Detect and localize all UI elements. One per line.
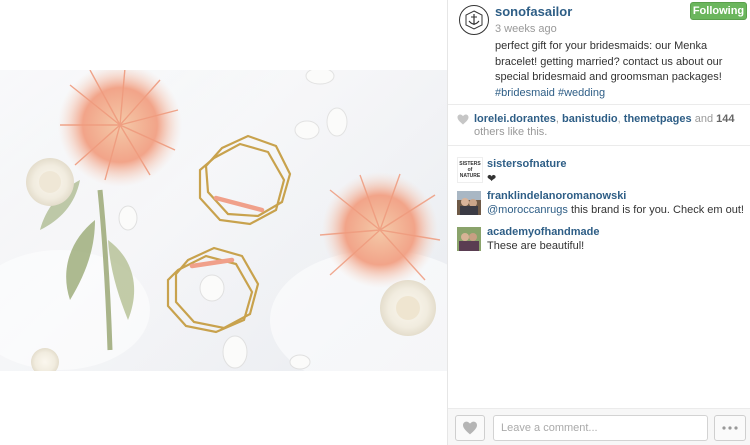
likes-summary: lorelei.dorantes, banistudio, themetpage… <box>448 105 750 145</box>
likes-text: lorelei.dorantes, banistudio, themetpage… <box>474 113 735 138</box>
comment-text: @moroccanrugs this brand is for you. Che… <box>487 204 744 216</box>
commenter-avatar[interactable] <box>457 191 481 215</box>
anchor-logo-icon <box>465 10 483 30</box>
hashtag-wedding[interactable]: #wedding <box>558 87 605 99</box>
comment-username[interactable]: franklindelanoromanowski <box>487 190 626 202</box>
commenter-avatar[interactable] <box>457 227 481 251</box>
comment-username[interactable]: academyofhandmade <box>487 226 599 238</box>
comment-username[interactable]: sistersofnature <box>487 158 566 170</box>
user-photo-icon <box>457 227 481 251</box>
liker-username[interactable]: themetpages <box>624 113 692 125</box>
likes-suffix: others like this. <box>474 126 548 138</box>
liker-username[interactable]: lorelei.dorantes <box>474 113 556 125</box>
heart-icon <box>457 114 469 125</box>
avatar-logo-text: SISTERS of NATURE <box>459 161 481 179</box>
divider <box>448 145 750 146</box>
likes-and: and <box>694 113 714 125</box>
photo-pane <box>0 0 447 445</box>
comment-item: franklindelanoromanowski @moroccanrugs t… <box>448 190 750 224</box>
author-username[interactable]: sonofasailor <box>495 4 572 19</box>
like-button[interactable] <box>455 415 485 441</box>
post-timestamp: 3 weeks ago <box>495 23 557 35</box>
comment-mention[interactable]: @moroccanrugs <box>487 204 568 216</box>
following-button[interactable]: Following <box>690 2 747 20</box>
post-header: sonofasailor 3 weeks ago Following perfe… <box>448 0 750 104</box>
caption-text: perfect gift for your bridesmaids: our M… <box>495 40 723 83</box>
comment-item: SISTERS of NATURE sistersofnature ❤ <box>448 154 750 188</box>
comment-input[interactable] <box>493 415 708 441</box>
heart-icon <box>463 421 477 435</box>
likes-count[interactable]: 144 <box>716 113 734 125</box>
commenter-avatar[interactable]: SISTERS of NATURE <box>457 157 483 183</box>
post-photo[interactable] <box>0 70 447 371</box>
comment-body: this brand is for you. Check em out! <box>570 204 744 216</box>
hashtag-bridesmaid[interactable]: #bridesmaid <box>495 87 555 99</box>
user-photo-icon <box>457 191 481 215</box>
comment-item: academyofhandmade These are beautiful! <box>448 226 750 260</box>
comment-footer <box>448 408 750 445</box>
post-sidebar: sonofasailor 3 weeks ago Following perfe… <box>447 0 750 445</box>
comment-text: ❤ <box>487 173 497 185</box>
photo-illustration <box>0 70 447 371</box>
author-avatar[interactable] <box>459 5 489 35</box>
ellipsis-icon <box>722 426 738 430</box>
more-options-button[interactable] <box>714 415 746 441</box>
comment-text: These are beautiful! <box>487 240 585 252</box>
post-caption: perfect gift for your bridesmaids: our M… <box>495 39 745 101</box>
liker-username[interactable]: banistudio <box>562 113 618 125</box>
